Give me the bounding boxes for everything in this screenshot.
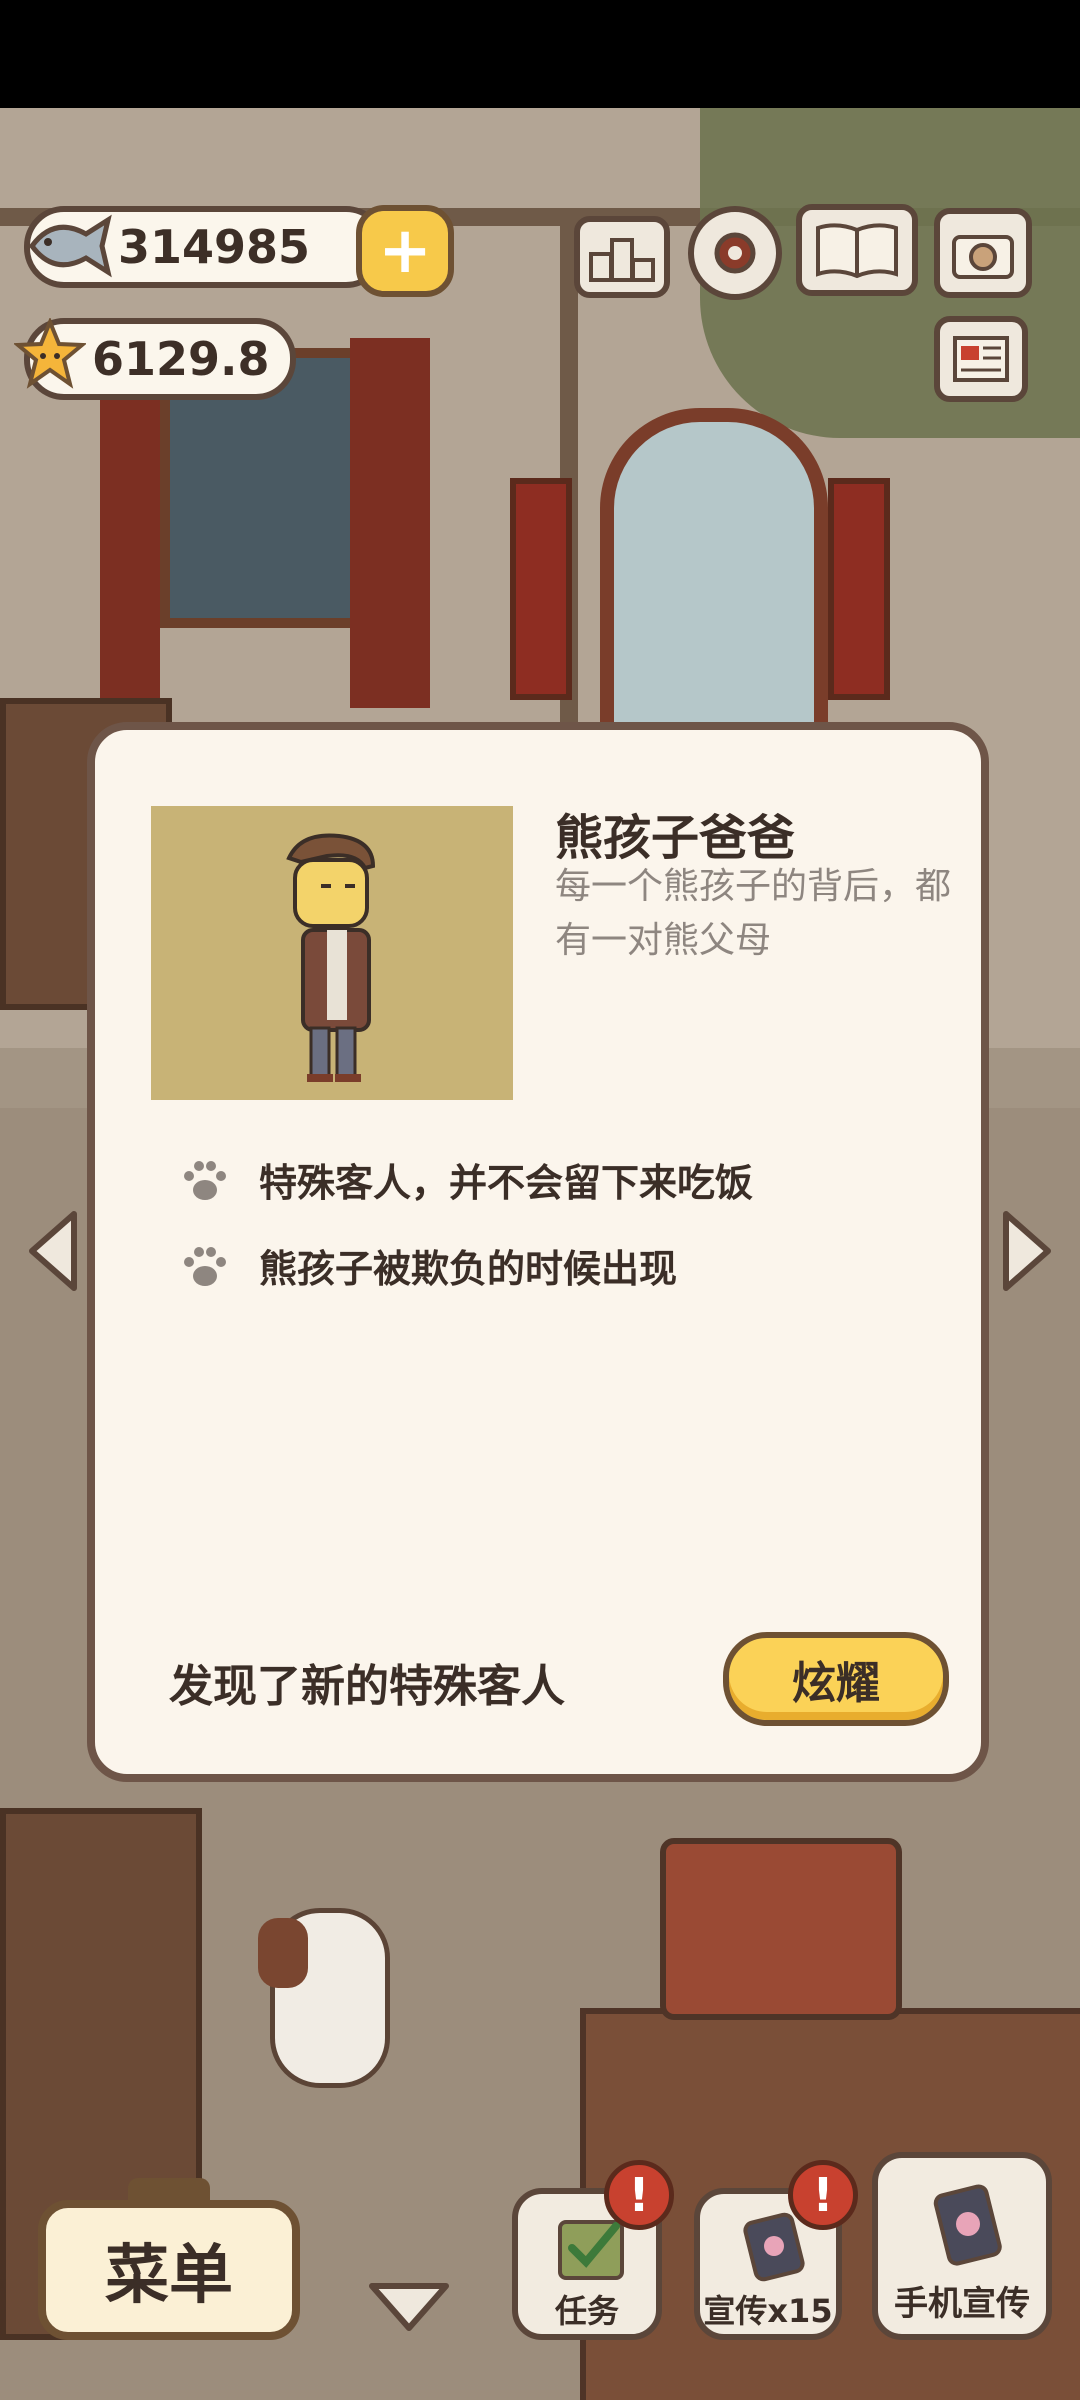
coffee-machine bbox=[660, 1838, 902, 2020]
star-icon bbox=[14, 318, 86, 389]
menu-button[interactable]: 菜单 bbox=[38, 2200, 300, 2340]
ranking-icon[interactable] bbox=[574, 216, 670, 298]
phone-icon bbox=[933, 2184, 1002, 2266]
banner-right bbox=[828, 478, 890, 700]
guest-portrait bbox=[151, 806, 513, 1100]
show-off-button[interactable]: 炫耀 bbox=[723, 1632, 949, 1726]
promo-alert-badge: ! bbox=[788, 2160, 858, 2230]
guest-description: 每一个熊孩子的背后，都有一对熊父母 bbox=[555, 866, 952, 961]
newspaper-icon[interactable] bbox=[934, 316, 1028, 402]
status-bar bbox=[0, 0, 1080, 108]
book-icon[interactable] bbox=[796, 204, 918, 296]
chevron-down-icon[interactable] bbox=[364, 2278, 454, 2336]
bullet-text: 特殊客人，并不会留下来吃饭 bbox=[259, 1161, 754, 1205]
banner-left bbox=[510, 478, 572, 700]
bullet-text: 熊孩子被欺负的时候出现 bbox=[259, 1247, 678, 1291]
camera-icon[interactable] bbox=[934, 208, 1032, 298]
paw-icon bbox=[184, 1246, 226, 1286]
dog-ear bbox=[258, 1918, 308, 1988]
phone-promo-button[interactable]: 手机宣传 bbox=[872, 2152, 1052, 2340]
fish-count: 314985 bbox=[118, 220, 311, 274]
special-guest-dialog: 熊孩子爸爸 每一个熊孩子的背后，都有一对熊父母 特殊客人，并不会留下来吃饭 熊孩… bbox=[87, 722, 989, 1782]
fish-icon bbox=[28, 214, 112, 278]
tasks-label: 任务 bbox=[554, 2292, 619, 2330]
bullet-item: 特殊客人，并不会留下来吃饭 bbox=[181, 1152, 753, 1207]
discovery-text: 发现了新的特殊客人 bbox=[169, 1661, 565, 1712]
next-arrow-icon[interactable] bbox=[998, 1206, 1058, 1296]
guest-name: 熊孩子爸爸 bbox=[555, 810, 796, 866]
paw-icon bbox=[184, 1160, 226, 1200]
guest-character-image bbox=[286, 833, 376, 1082]
curtain-right bbox=[350, 338, 430, 708]
add-fish-button[interactable]: + bbox=[356, 205, 454, 297]
tasks-alert-badge: ! bbox=[604, 2160, 674, 2230]
phone-promo-label: 手机宣传 bbox=[894, 2284, 1030, 2324]
star-count: 6129.8 bbox=[92, 332, 270, 386]
bullet-item: 熊孩子被欺负的时候出现 bbox=[181, 1238, 677, 1293]
prev-arrow-icon[interactable] bbox=[22, 1206, 82, 1296]
gear-icon[interactable] bbox=[688, 206, 782, 300]
promo-label: 宣传x15 bbox=[703, 2292, 833, 2330]
